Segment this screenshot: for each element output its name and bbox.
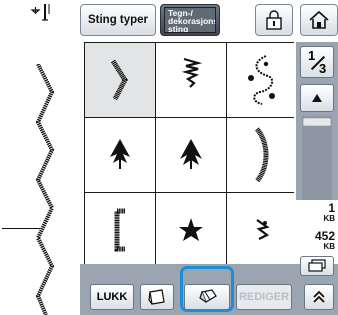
triangle-up-icon [312,94,322,102]
eraser-icon [199,289,217,303]
stitch-preview [0,0,80,315]
needle-icon [30,4,50,21]
memory-used-value: 1 [328,201,335,215]
stitch-cell[interactable] [156,193,226,267]
tab-decorative-stitches-label: Tegn-/ dekorasjons- sting [164,7,216,33]
top-toolbar: Sting typer Tegn-/ dekorasjons- sting [80,0,338,40]
memory-divider [2,228,40,229]
stitch-cell[interactable] [227,118,297,192]
eraser-button[interactable] [184,284,230,310]
close-button[interactable]: LUKK [90,284,134,310]
scrollbar-track[interactable] [302,116,332,200]
stitch-leaf-icon [110,139,130,169]
stitch-cell[interactable] [85,43,155,117]
memory-total-value: 452 [314,229,335,243]
stitch-leaf-icon [180,139,202,169]
home-icon [309,10,329,29]
stitch-sprig-icon [256,219,270,240]
memory-used-unit: KB [323,214,335,223]
lock-icon [266,10,282,30]
pocket-button[interactable] [140,284,174,310]
pattern-view-button[interactable] [300,256,334,276]
scroll-up-button[interactable] [300,84,334,112]
stitch-star-icon [179,218,203,241]
page-total: 3 [319,61,327,76]
edit-button[interactable]: REDIGER [236,284,292,310]
tab-stitch-types[interactable]: Sting typer [80,4,156,36]
pattern-frame-icon [308,259,326,272]
stitch-bracket-icon [114,208,125,252]
expand-button[interactable] [304,284,334,310]
stitch-satin-icon [181,57,203,88]
stitch-vine-icon [248,55,275,105]
page-current: 1 [308,48,316,63]
stitch-cell[interactable] [156,118,226,192]
stitch-cell[interactable] [85,193,155,267]
stitch-curve-icon [254,127,269,183]
stitch-cell[interactable] [227,43,297,117]
home-button[interactable] [300,4,338,36]
stitch-grid [84,42,297,267]
stitch-preview-pattern [35,64,55,315]
memory-total-unit: KB [323,242,335,251]
lock-button[interactable] [255,4,293,36]
stitch-cell[interactable] [85,118,155,192]
stitch-arc-icon [110,59,128,101]
pocket-icon [148,289,165,305]
tab-decorative-stitches[interactable]: Tegn-/ dekorasjons- sting [160,4,220,36]
double-chevron-up-icon [313,290,325,303]
stitch-cell[interactable] [227,193,297,267]
page-indicator: 1 3 [300,46,334,78]
scrollbar-thumb[interactable] [303,118,331,126]
stitch-cell[interactable] [156,43,226,117]
